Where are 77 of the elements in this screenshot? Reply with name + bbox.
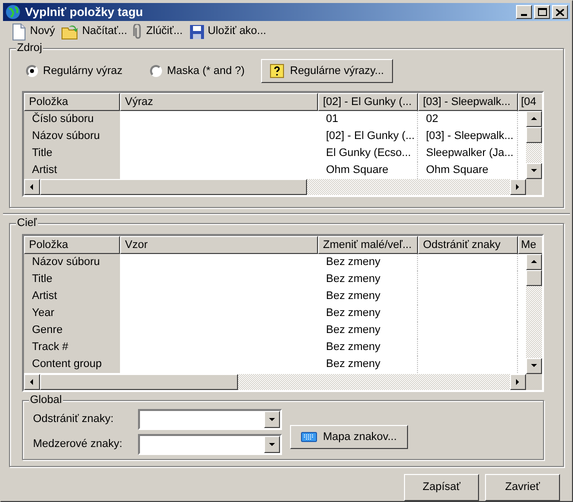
arrow-down-icon: [268, 416, 276, 424]
scroll-arrow-button[interactable]: [526, 111, 542, 127]
row-header-cell: Číslo súboru: [24, 111, 120, 128]
scroll-arrow-button[interactable]: [526, 358, 542, 374]
toolbar-button[interactable]: Nový: [11, 22, 56, 40]
horizontal-scrollbar[interactable]: [24, 374, 526, 390]
column-header[interactable]: Zmeniť malé/veľ...: [318, 236, 418, 254]
keyboard-icon: [301, 431, 317, 443]
field-label: Odstrániť znaky:: [33, 412, 115, 428]
column-header[interactable]: Výraz: [120, 93, 318, 111]
arrow-down-icon: [530, 362, 538, 370]
row-header-cell: Content group: [24, 356, 120, 373]
toolbar-button[interactable]: Načítať...: [61, 23, 128, 40]
row-header-cell: Artist: [24, 162, 120, 179]
dropdown-field[interactable]: [138, 434, 282, 455]
field-label: Medzerové znaky:: [33, 437, 124, 452]
maximize-button[interactable]: [534, 5, 550, 19]
close-icon: [556, 8, 564, 16]
scroll-arrow-button[interactable]: [526, 254, 542, 270]
radio-option[interactable]: Maska (* and ?): [150, 62, 261, 80]
arrow-left-icon: [28, 183, 36, 191]
window-title: Vyplniť položky tagu: [25, 4, 144, 21]
scrollbar-corner: [526, 179, 542, 195]
dialog-button[interactable]: Zapísať: [404, 474, 479, 501]
scroll-arrow-button[interactable]: [24, 179, 40, 195]
row-header-cell: Artist: [24, 288, 120, 305]
scroll-thumb[interactable]: [40, 374, 238, 390]
toolbar-button[interactable]: Zlúčiť...: [133, 23, 183, 40]
paperclip-icon: [133, 24, 144, 40]
column-header[interactable]: [04: [518, 93, 542, 111]
row-header-cell: Title: [24, 271, 120, 288]
column-header[interactable]: Položka: [24, 93, 120, 111]
row-header-cell: Názov súboru: [24, 254, 120, 271]
scrollbar-corner: [526, 374, 542, 390]
row-header-cell: Názov súboru: [24, 128, 120, 145]
column-header[interactable]: Položka: [24, 236, 120, 254]
horizontal-scrollbar[interactable]: [24, 179, 526, 195]
minimize-button[interactable]: [516, 5, 532, 19]
dialog-button[interactable]: Zavrieť: [485, 474, 560, 501]
folder-icon: [61, 24, 80, 40]
scroll-arrow-button[interactable]: [510, 374, 526, 390]
radio-button[interactable]: [150, 65, 162, 77]
row-header-cell: Year: [24, 305, 120, 322]
arrow-right-icon: [514, 378, 522, 386]
scroll-arrow-button[interactable]: [526, 163, 542, 179]
vertical-scrollbar[interactable]: [526, 254, 542, 374]
arrow-down-icon: [530, 167, 538, 175]
arrow-left-icon: [28, 378, 36, 386]
radio-option[interactable]: Regulárny výraz: [26, 62, 150, 80]
row-header-cell: Title: [24, 145, 120, 162]
arrow-up-icon: [530, 115, 538, 123]
globe-icon: [5, 4, 21, 20]
dropdown-field[interactable]: [138, 409, 282, 430]
arrow-down-icon: [268, 440, 276, 448]
scroll-arrow-button[interactable]: [510, 179, 526, 195]
column-header[interactable]: Odstrániť znaky: [418, 236, 518, 254]
column-header[interactable]: Vzor: [120, 236, 318, 254]
column-header[interactable]: Me: [518, 236, 542, 254]
column-header[interactable]: [02] - El Gunky (...: [318, 93, 418, 111]
help-button[interactable]: Regulárne výrazy...: [261, 59, 393, 83]
column-header[interactable]: [03] - Sleepwalk...: [418, 93, 518, 111]
document-icon: [11, 22, 27, 40]
row-header-cell: Track #: [24, 339, 120, 356]
scroll-thumb[interactable]: [526, 127, 542, 143]
scroll-thumb[interactable]: [40, 179, 307, 195]
scroll-thumb[interactable]: [526, 270, 542, 286]
row-header-cell: Genre: [24, 322, 120, 339]
radio-button[interactable]: [26, 65, 38, 77]
close-button[interactable]: [552, 5, 568, 19]
arrow-right-icon: [514, 183, 522, 191]
charmap-button[interactable]: Mapa znakov...: [290, 425, 408, 449]
arrow-up-icon: [530, 258, 538, 266]
help-icon: [270, 64, 284, 78]
toolbar-button[interactable]: Uložiť ako...: [188, 23, 266, 40]
scroll-arrow-button[interactable]: [24, 374, 40, 390]
group-title: Zdroj: [16, 41, 44, 55]
vertical-scrollbar[interactable]: [526, 111, 542, 179]
